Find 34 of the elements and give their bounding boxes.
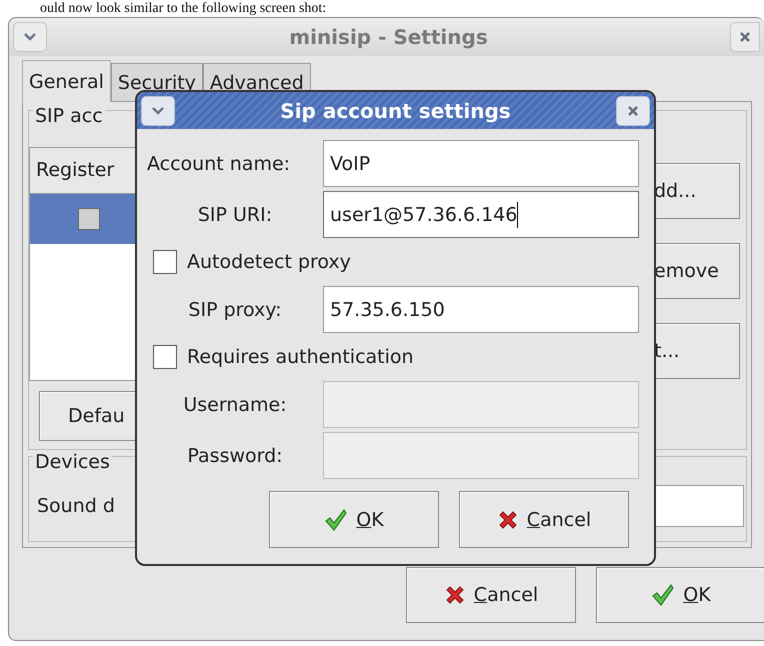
close-button[interactable] <box>616 96 650 126</box>
cancel-button[interactable]: Cancel <box>459 491 629 548</box>
checkbox[interactable] <box>153 250 177 274</box>
check-icon <box>651 583 676 607</box>
field-label: Password: <box>186 444 284 466</box>
ok-button[interactable]: OK <box>596 567 764 623</box>
window-menu-button[interactable] <box>141 96 175 126</box>
field-label: Sound d <box>37 495 115 517</box>
close-icon <box>626 104 639 116</box>
tab[interactable]: General <box>22 60 111 102</box>
window-title: minisip - Settings <box>288 25 489 49</box>
checkbox-label: Requires authentication <box>187 346 414 368</box>
dialog-title: Sip account settings <box>280 98 511 122</box>
chevron-icon <box>23 32 37 42</box>
cancel-button[interactable]: Cancel <box>406 567 576 623</box>
close-icon <box>739 31 751 43</box>
input-field[interactable]: VoIP <box>323 140 639 187</box>
cross-icon <box>496 508 519 530</box>
window-menu-button[interactable] <box>13 22 47 52</box>
checkbox-label: Autodetect proxy <box>187 251 351 273</box>
field-label: SIP URI: <box>196 204 274 226</box>
ok-button[interactable]: OK <box>269 491 439 548</box>
input-field[interactable]: 57.35.6.150 <box>323 286 639 333</box>
checkbox[interactable] <box>153 345 177 369</box>
chevron-icon <box>151 106 165 116</box>
close-button[interactable] <box>730 22 760 52</box>
field-label: Account name: <box>147 152 292 174</box>
field-label: SIP proxy: <box>187 298 283 320</box>
caption-text: ould now look similar to the following screen shot: <box>39 0 328 17</box>
input-field[interactable]: user1@57.36.6.146 <box>323 191 639 238</box>
cross-icon <box>444 584 466 606</box>
checkbox[interactable] <box>78 208 100 230</box>
field-label: Username: <box>182 394 288 416</box>
check-icon <box>324 508 348 532</box>
